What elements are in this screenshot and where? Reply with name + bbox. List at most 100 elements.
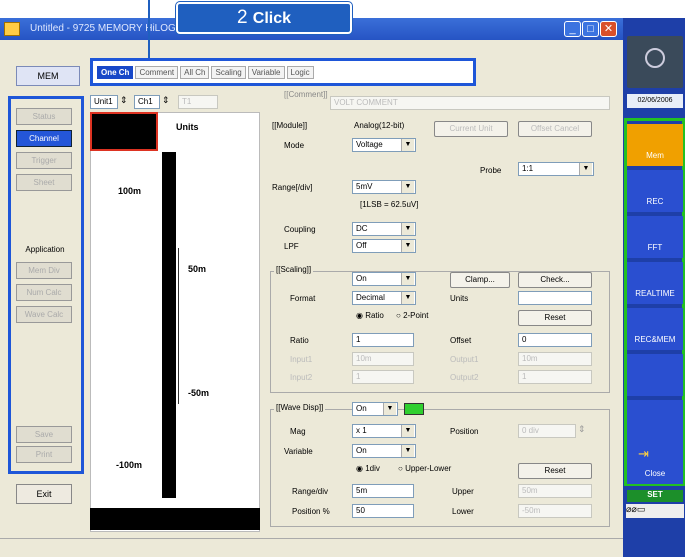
input2-field[interactable]: 1: [352, 370, 414, 384]
upper-lower-radio-label: Upper-Lower: [405, 464, 452, 473]
empty-mode-button-2[interactable]: [627, 400, 683, 442]
mem-div-button[interactable]: Mem Div: [16, 262, 72, 279]
output1-field[interactable]: 10m: [518, 352, 592, 366]
range-div-field[interactable]: 5m: [352, 484, 414, 498]
tab-logic[interactable]: Logic: [286, 65, 314, 79]
minimize-icon[interactable]: _: [564, 21, 581, 37]
tab-one-ch[interactable]: One Ch: [97, 65, 134, 79]
lower-field[interactable]: -50m: [518, 504, 592, 518]
check-button[interactable]: Check...: [518, 272, 592, 288]
unit-select[interactable]: Unit1: [90, 95, 118, 109]
wave-reset-button[interactable]: Reset: [518, 463, 592, 479]
sheet-button[interactable]: Sheet: [16, 174, 72, 191]
exit-button[interactable]: Exit: [16, 484, 72, 504]
variable-select[interactable]: On: [352, 444, 416, 458]
lpf-label: LPF: [284, 242, 299, 251]
units-field[interactable]: [518, 291, 592, 305]
scale-label-neg50m: -50m: [188, 388, 210, 398]
ch-select[interactable]: Ch1: [134, 95, 160, 109]
scale-label-50m: 50m: [188, 264, 207, 274]
position-field[interactable]: 0 div: [518, 424, 576, 438]
twopoint-radio[interactable]: ○ 2-Point: [396, 311, 428, 320]
mem-mode-button[interactable]: Mem: [627, 124, 683, 166]
upper-lower-radio[interactable]: ○ Upper-Lower: [398, 464, 451, 473]
range-select[interactable]: 5mV: [352, 180, 416, 194]
unit-spinner-icon[interactable]: ⇕: [120, 95, 128, 106]
wave-disp-select[interactable]: On: [352, 402, 398, 416]
step-number: 2: [236, 7, 248, 28]
comment-field[interactable]: VOLT COMMENT: [330, 96, 610, 110]
probe-label: Probe: [480, 166, 502, 175]
lower-label: Lower: [452, 507, 474, 516]
scaling-label: [[Scaling]]: [274, 265, 314, 274]
ratio-label: Ratio: [290, 336, 309, 345]
lpf-select[interactable]: Off: [352, 239, 416, 253]
coupling-select[interactable]: DC: [352, 222, 416, 236]
range-label: Range[/div]: [272, 183, 313, 192]
position-pct-field[interactable]: 50: [352, 504, 414, 518]
probe-select[interactable]: 1:1: [518, 162, 594, 176]
current-unit-button[interactable]: Current Unit: [434, 121, 508, 137]
tab-all-ch[interactable]: All Ch: [180, 65, 210, 79]
rec-mem-mode-button[interactable]: REC&MEM: [627, 308, 683, 350]
input1-field[interactable]: 10m: [352, 352, 414, 366]
rec-mode-button[interactable]: REC: [627, 170, 683, 212]
ch-spinner-icon[interactable]: ⇕: [162, 95, 170, 106]
trigger-button[interactable]: Trigger: [16, 152, 72, 169]
ratio-radio[interactable]: ◉ Ratio: [356, 311, 384, 320]
tools-icons[interactable]: ⌀⌀▭: [626, 504, 684, 518]
scaling-select[interactable]: On: [352, 272, 416, 286]
one-div-radio-label: 1div: [365, 464, 380, 473]
offset-field[interactable]: 0: [518, 333, 592, 347]
clamp-button[interactable]: Clamp...: [450, 272, 510, 288]
window-title: Untitled - 9725 MEMORY HiLOGGER: [30, 23, 198, 34]
scale-ruler: [178, 248, 179, 404]
date-display: 02/06/2006: [627, 94, 683, 108]
save-button[interactable]: Save: [16, 426, 72, 443]
status-bar: [0, 538, 623, 557]
one-div-radio[interactable]: ◉ 1div: [356, 464, 380, 473]
tab-scaling[interactable]: Scaling: [211, 65, 246, 79]
fft-mode-button[interactable]: FFT: [627, 216, 683, 258]
clock-icon: [627, 36, 683, 88]
close-window-icon[interactable]: ✕: [600, 21, 617, 37]
set-badge: SET: [627, 490, 683, 502]
output1-label: Output1: [450, 355, 479, 364]
input2-label: Input2: [290, 373, 313, 382]
mode-select[interactable]: Voltage: [352, 138, 416, 152]
upper-field[interactable]: 50m: [518, 484, 592, 498]
close-button[interactable]: Close: [627, 442, 683, 484]
scale-units-label: Units: [176, 122, 199, 132]
status-button[interactable]: Status: [16, 108, 72, 125]
print-button[interactable]: Print: [16, 446, 72, 463]
units-label: Units: [450, 294, 469, 303]
realtime-mode-button[interactable]: REALTIME: [627, 262, 683, 304]
wave-color-swatch[interactable]: [404, 403, 424, 415]
t-select[interactable]: T1: [178, 95, 218, 109]
output2-field[interactable]: 1: [518, 370, 592, 384]
scale-label-neg100m: -100m: [116, 460, 143, 470]
empty-mode-button-1[interactable]: [627, 354, 683, 396]
num-calc-button[interactable]: Num Calc: [16, 284, 72, 301]
output2-label: Output2: [450, 373, 479, 382]
format-select[interactable]: Decimal: [352, 291, 416, 305]
application-label: Application: [25, 245, 65, 254]
scale-label-100m: 100m: [118, 186, 142, 196]
tab-bar: One Ch Comment All Ch Scaling Variable L…: [90, 58, 476, 86]
tab-comment[interactable]: Comment: [135, 65, 179, 79]
input1-label: Input1: [290, 355, 313, 364]
step-callout: 2 Click: [176, 2, 352, 34]
offset-cancel-button[interactable]: Offset Cancel: [518, 121, 592, 137]
mag-label: Mag: [290, 427, 306, 436]
position-pct-label: Position %: [292, 507, 330, 516]
channel-button[interactable]: Channel: [16, 130, 72, 147]
scaling-reset-button[interactable]: Reset: [518, 310, 592, 326]
tab-variable[interactable]: Variable: [247, 65, 285, 79]
format-label: Format: [290, 294, 316, 303]
mem-button[interactable]: MEM: [16, 66, 80, 86]
wave-calc-button[interactable]: Wave Calc: [16, 306, 72, 323]
position-spinner-icon[interactable]: ⇕: [578, 424, 586, 435]
maximize-icon[interactable]: □: [582, 21, 599, 37]
ratio-field[interactable]: 1: [352, 333, 414, 347]
mag-select[interactable]: x 1: [352, 424, 416, 438]
